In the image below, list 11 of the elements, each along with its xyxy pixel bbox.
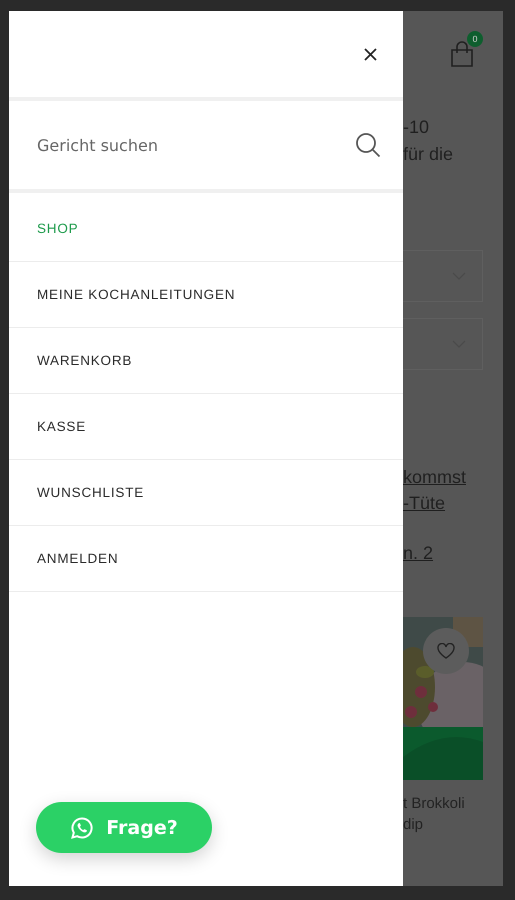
dropdown-field[interactable] [403, 318, 483, 370]
cart-button[interactable]: 0 [450, 31, 483, 67]
shopping-bag-icon [450, 41, 474, 67]
chat-bubble-icon [70, 816, 94, 840]
heart-icon [437, 643, 455, 659]
search-icon [355, 132, 381, 158]
search-field[interactable]: Gericht suchen [37, 130, 355, 160]
dropdown-field[interactable] [403, 250, 483, 302]
cart-count-badge: 0 [467, 31, 483, 47]
close-icon [364, 48, 377, 60]
search-button[interactable] [355, 132, 381, 158]
